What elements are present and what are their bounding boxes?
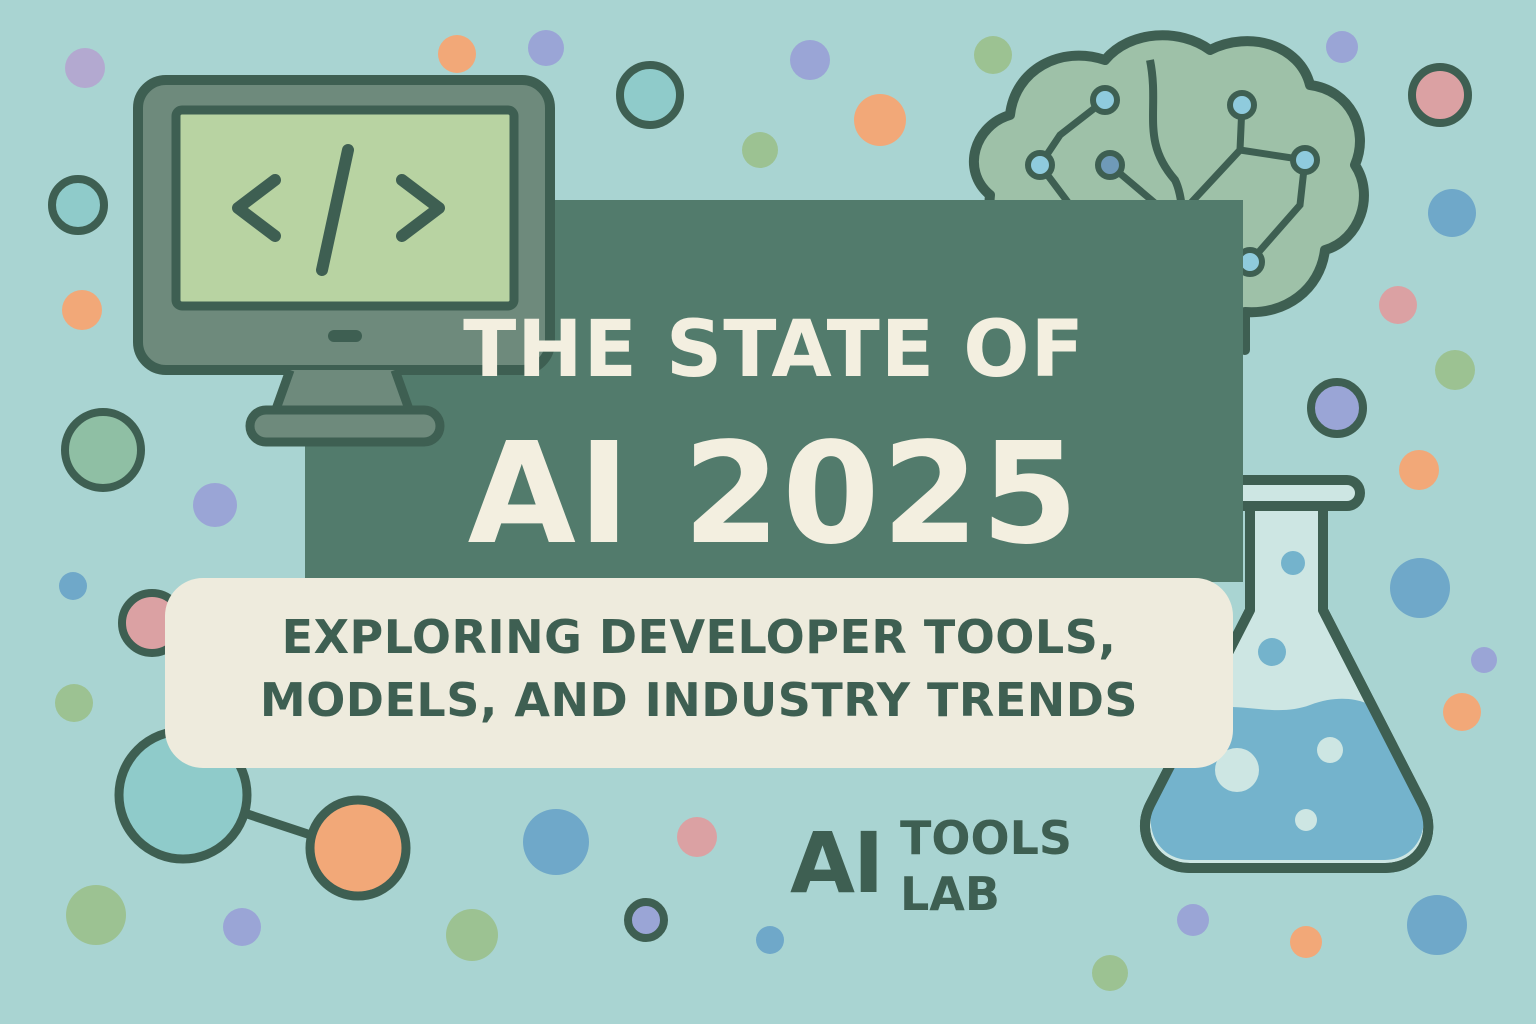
logo-ai-text: AI	[790, 814, 884, 912]
subtitle-line-1: EXPLORING DEVELOPER TOOLS,	[281, 610, 1117, 664]
logo-tools-text: TOOLS	[900, 811, 1073, 865]
title-line-2: AI 2025	[467, 413, 1081, 576]
title-line-1: THE STATE OF	[463, 305, 1085, 395]
logo-lab-text: LAB	[900, 867, 1000, 921]
subtitle-line-2: MODELS, AND INDUSTRY TRENDS	[259, 673, 1139, 727]
